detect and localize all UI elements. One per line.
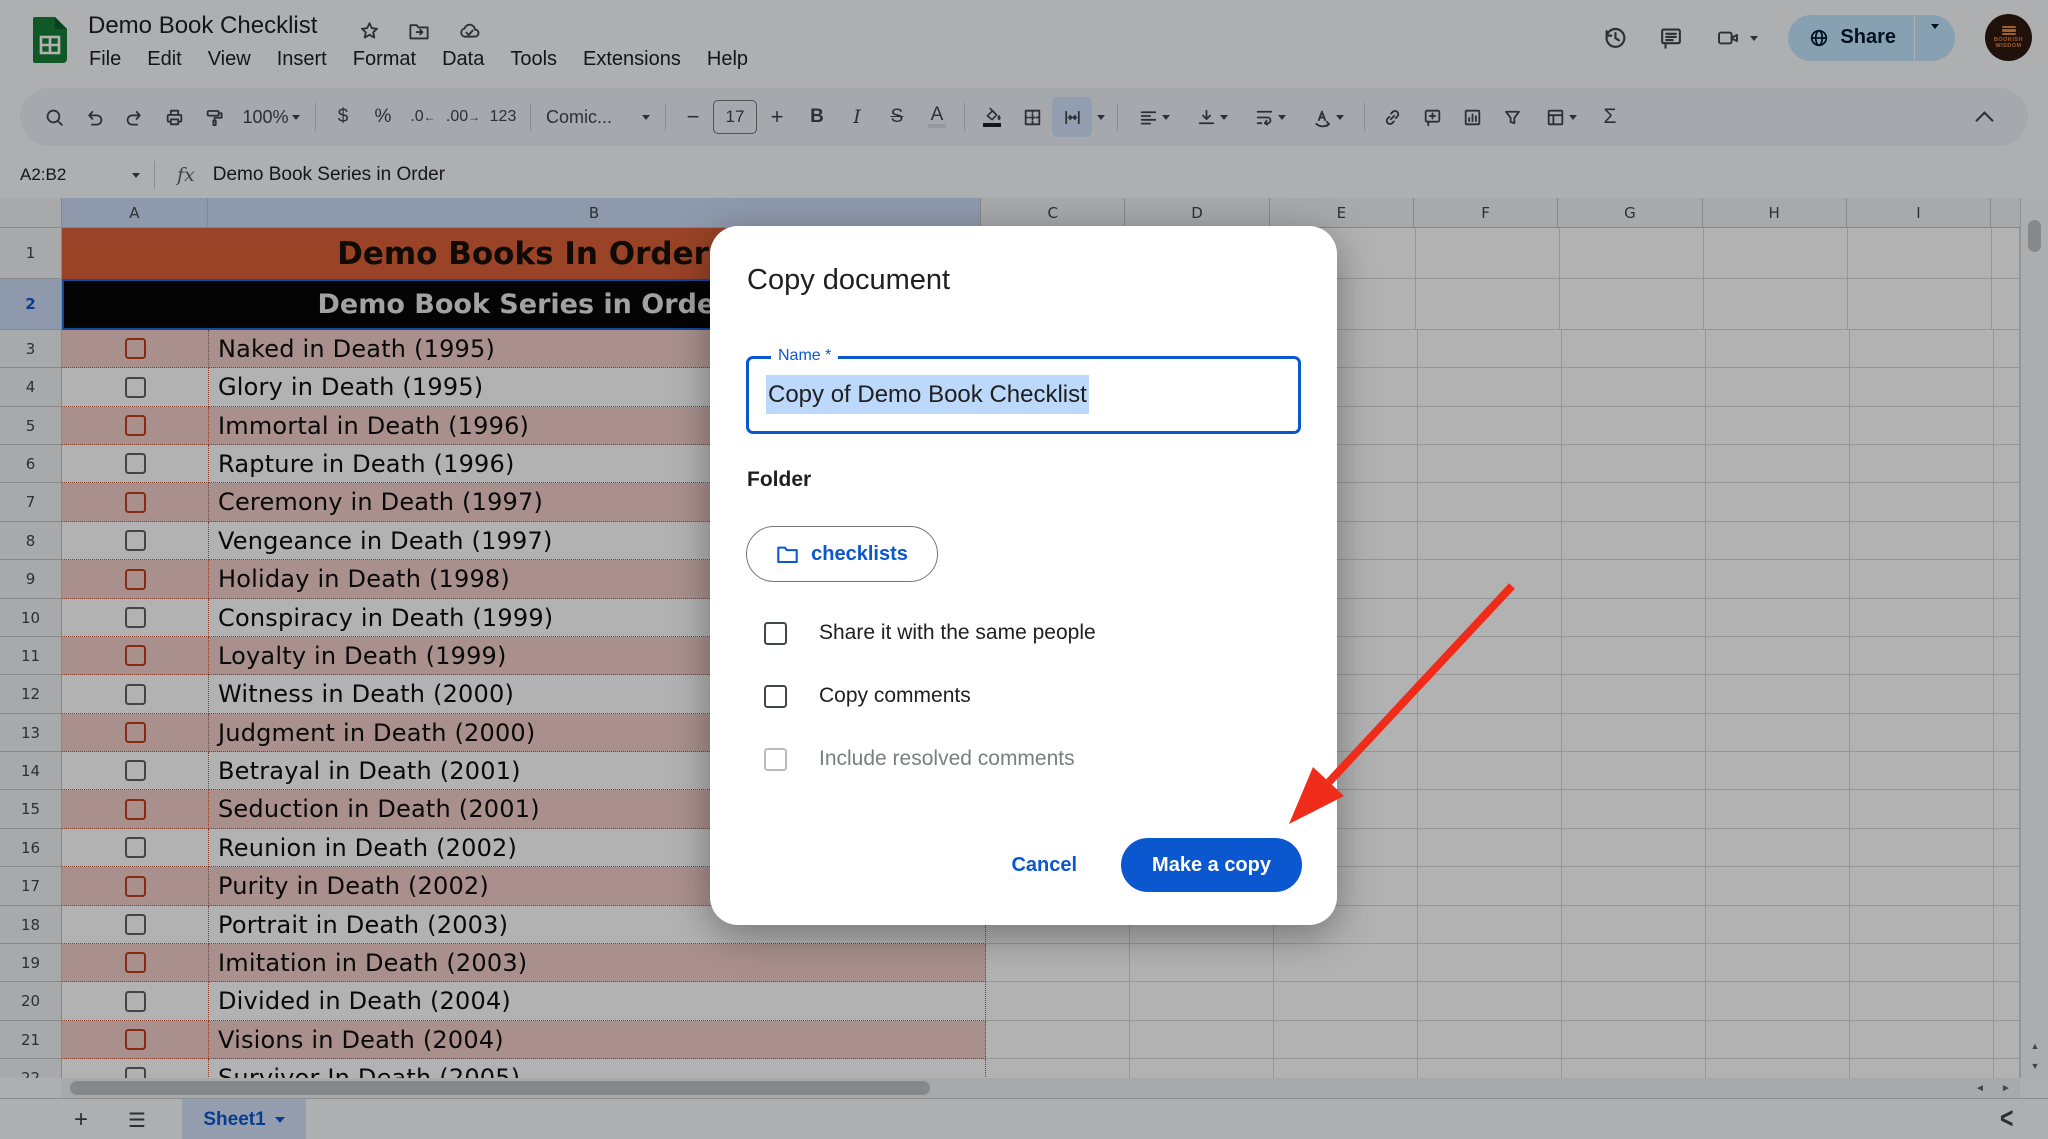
folder-section-label: Folder (747, 468, 811, 492)
copy-document-dialog: Copy document Name * Copy of Demo Book C… (710, 226, 1337, 925)
checkbox-icon (764, 748, 787, 771)
folder-icon (776, 544, 799, 565)
checkbox-icon[interactable] (764, 685, 787, 708)
dialog-title: Copy document (747, 264, 950, 297)
include-resolved-comments-option: Include resolved comments (764, 744, 1075, 774)
share-same-people-option[interactable]: Share it with the same people (764, 618, 1096, 648)
checkbox-icon[interactable] (764, 622, 787, 645)
checkbox-label: Include resolved comments (819, 747, 1075, 771)
copy-comments-option[interactable]: Copy comments (764, 681, 971, 711)
checkbox-label: Copy comments (819, 684, 971, 708)
google-sheets-app: Demo Book Checklist File Edit View Inser… (0, 0, 2048, 1139)
name-field[interactable]: Name * Copy of Demo Book Checklist (746, 356, 1301, 434)
name-input[interactable]: Copy of Demo Book Checklist (766, 375, 1089, 414)
folder-chip-button[interactable]: checklists (746, 526, 938, 582)
folder-chip-label: checklists (811, 543, 908, 566)
make-a-copy-button[interactable]: Make a copy (1121, 838, 1302, 892)
checkbox-label: Share it with the same people (819, 621, 1096, 645)
name-field-label: Name * (771, 347, 838, 365)
cancel-button[interactable]: Cancel (997, 844, 1091, 887)
